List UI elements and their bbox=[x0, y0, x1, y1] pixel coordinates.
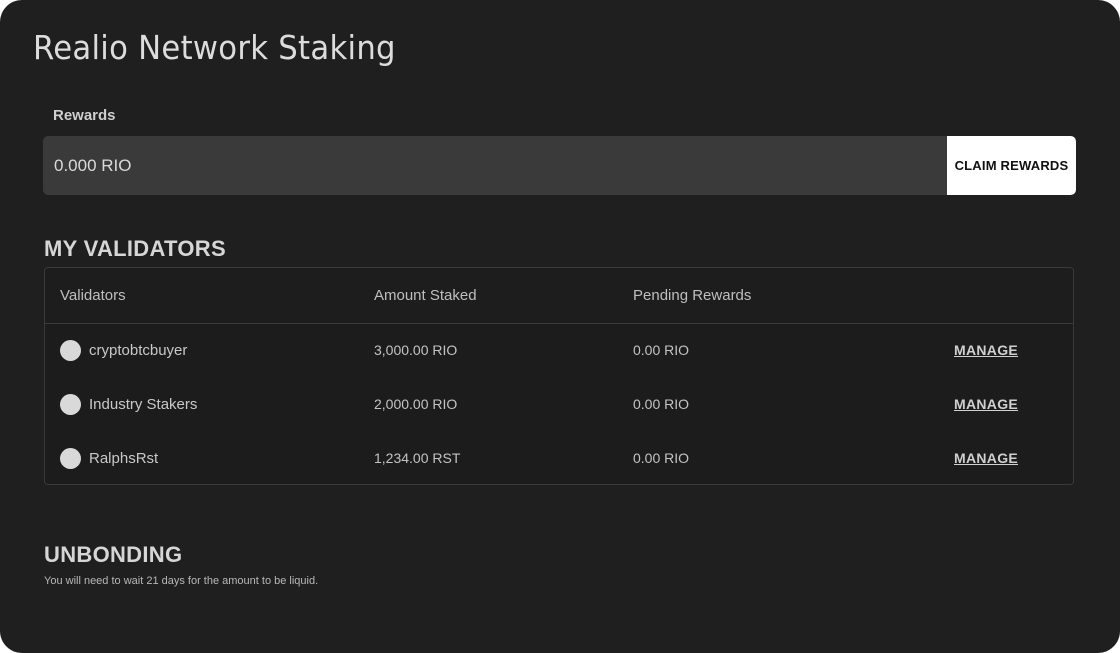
pending-rewards: 0.00 RIO bbox=[633, 450, 690, 466]
unbonding-heading: UNBONDING bbox=[44, 542, 183, 567]
pending-rewards: 0.00 RIO bbox=[633, 342, 690, 358]
validator-name: Industry Stakers bbox=[89, 396, 198, 413]
amount-staked: 3,000.00 RIO bbox=[374, 342, 458, 358]
manage-button[interactable]: MANAGE bbox=[954, 450, 1018, 466]
validator-avatar bbox=[60, 448, 81, 469]
table-header: Validators Amount Staked Pending Rewards bbox=[45, 268, 1073, 324]
claim-rewards-button[interactable]: CLAIM REWARDS bbox=[947, 136, 1076, 195]
table-row: Industry Stakers 2,000.00 RIO 0.00 RIO M… bbox=[45, 378, 1073, 433]
rewards-label: Rewards bbox=[53, 107, 116, 124]
amount-staked: 1,234.00 RST bbox=[374, 450, 461, 466]
manage-button[interactable]: MANAGE bbox=[954, 396, 1018, 412]
page-title: Realio Network Staking bbox=[33, 28, 396, 67]
rewards-field: 0.000 RIO CLAIM REWARDS bbox=[43, 136, 1076, 195]
validators-heading: MY VALIDATORS bbox=[44, 236, 226, 261]
column-header-validators: Validators bbox=[60, 287, 126, 304]
unbonding-note: You will need to wait 21 days for the am… bbox=[44, 575, 319, 587]
pending-rewards: 0.00 RIO bbox=[633, 396, 690, 412]
validator-name: RalphsRst bbox=[89, 450, 159, 467]
amount-staked: 2,000.00 RIO bbox=[374, 396, 458, 412]
validator-avatar bbox=[60, 340, 81, 361]
column-header-pending-rewards: Pending Rewards bbox=[633, 287, 752, 304]
column-header-amount-staked: Amount Staked bbox=[374, 287, 477, 304]
validator-avatar bbox=[60, 394, 81, 415]
manage-button[interactable]: MANAGE bbox=[954, 342, 1018, 358]
rewards-value: 0.000 RIO bbox=[54, 156, 132, 175]
table-row: cryptobtcbuyer 3,000.00 RIO 0.00 RIO MAN… bbox=[45, 324, 1073, 379]
staking-panel: Realio Network Staking Rewards 0.000 RIO… bbox=[0, 0, 1120, 653]
table-row: RalphsRst 1,234.00 RST 0.00 RIO MANAGE bbox=[45, 432, 1073, 484]
validator-name: cryptobtcbuyer bbox=[89, 342, 188, 359]
validators-table: Validators Amount Staked Pending Rewards… bbox=[44, 267, 1074, 485]
